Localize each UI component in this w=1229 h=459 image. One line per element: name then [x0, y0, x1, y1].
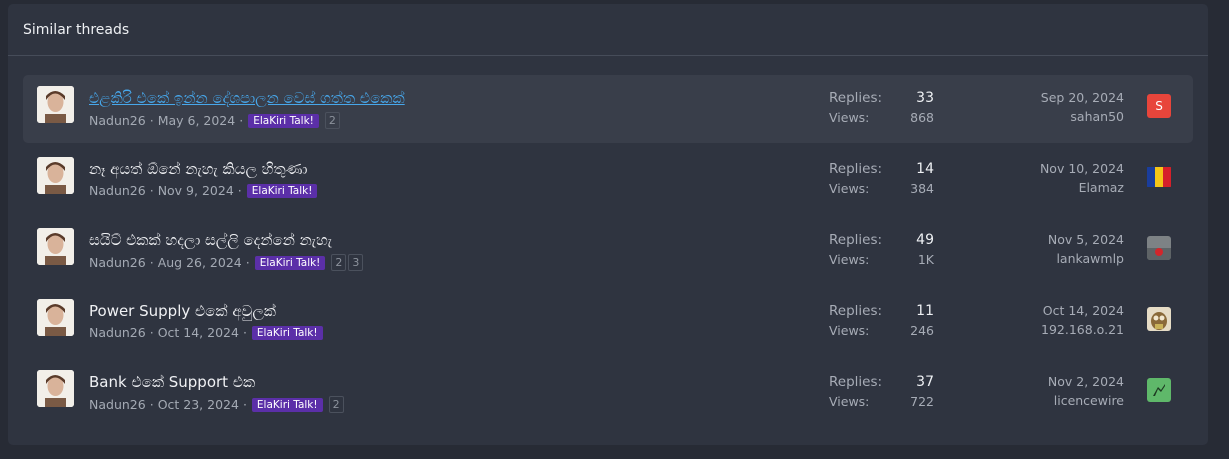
thread-title-link[interactable]: Power Supply එකේ අවුලක් [89, 302, 276, 320]
thread-title-link[interactable]: Bank එකේ Support එක [89, 373, 255, 391]
page-link[interactable]: 2 [328, 396, 344, 413]
last-poster-name[interactable]: licencewire [1054, 393, 1124, 408]
page-link[interactable]: 2 [324, 112, 340, 129]
author-link[interactable]: Nadun26 [89, 183, 146, 198]
views-count: 1K [917, 252, 934, 267]
thread-row[interactable]: එළකිරි එකේ ඉන්න දේශපාලන වෙස් ගත්ත එකෙක් … [23, 75, 1193, 143]
thread-meta: Nadun26 · Oct 14, 2024 · ElaKiri Talk! [89, 325, 323, 340]
thread-prefix-badge[interactable]: ElaKiri Talk! [251, 325, 323, 340]
thread-prefix-badge[interactable]: ElaKiri Talk! [251, 397, 323, 412]
views-count: 868 [910, 110, 934, 125]
thread-meta: Nadun26 · May 6, 2024 · ElaKiri Talk! 2 [89, 112, 340, 129]
last-poster-avatar[interactable] [1147, 165, 1171, 189]
replies-count: 14 [916, 161, 934, 177]
thread-row[interactable]: Power Supply එකේ අවුලක් Nadun26 · Oct 14… [23, 288, 1193, 356]
thread-meta: Nadun26 · Nov 9, 2024 · ElaKiri Talk! [89, 183, 318, 198]
meta-separator: · [149, 255, 154, 270]
last-poster-name[interactable]: 192.168.o.21 [1041, 322, 1124, 337]
thread-date[interactable]: Oct 14, 2024 [158, 325, 239, 340]
last-poster-avatar[interactable] [1147, 378, 1171, 402]
meta-separator: · [242, 397, 247, 412]
last-poster-avatar[interactable] [1147, 236, 1171, 260]
meta-separator: · [149, 183, 154, 198]
thread-title-link[interactable]: සයිට් එකක් හදලා සල්ලි දෙන්නේ නැහැ [89, 231, 332, 249]
thread-date[interactable]: Oct 23, 2024 [158, 397, 239, 412]
last-poster-avatar[interactable]: S [1147, 94, 1171, 118]
author-link[interactable]: Nadun26 [89, 113, 146, 128]
author-avatar[interactable] [37, 299, 74, 336]
thread-prefix-badge[interactable]: ElaKiri Talk! [248, 113, 319, 128]
views-label: Views: [829, 252, 870, 267]
meta-separator: · [149, 397, 154, 412]
thread-row[interactable]: සයිට් එකක් හදලා සල්ලි දෙන්නේ නැහැ Nadun2… [23, 217, 1193, 285]
views-label: Views: [829, 181, 870, 196]
thread-prefix-badge[interactable]: ElaKiri Talk! [246, 183, 318, 198]
thread-date[interactable]: Nov 9, 2024 [158, 183, 234, 198]
thread-row[interactable]: Bank එකේ Support එක Nadun26 · Oct 23, 20… [23, 359, 1193, 427]
thread-prefix-badge[interactable]: ElaKiri Talk! [254, 255, 326, 270]
replies-count: 11 [916, 303, 934, 319]
replies-count: 33 [916, 90, 934, 106]
meta-separator: · [242, 325, 247, 340]
views-label: Views: [829, 323, 870, 338]
last-post-date[interactable]: Nov 5, 2024 [1048, 232, 1124, 247]
views-count: 246 [910, 323, 934, 338]
author-link[interactable]: Nadun26 [89, 255, 146, 270]
views-label: Views: [829, 110, 870, 125]
meta-separator: · [149, 113, 154, 128]
views-label: Views: [829, 394, 870, 409]
meta-separator: · [239, 113, 244, 128]
author-avatar[interactable] [37, 86, 74, 123]
last-poster-name[interactable]: lankawmlp [1056, 251, 1124, 266]
meta-separator: · [149, 325, 154, 340]
thread-title-link[interactable]: නෑ අයත් ඕනේ නැහැ කියල හිතුණා [89, 160, 307, 178]
last-post-date[interactable]: Nov 10, 2024 [1040, 161, 1124, 176]
similar-threads-block: Similar threads එළකිරි එකේ ඉන්න දේශපාලන … [8, 4, 1208, 445]
page-link[interactable]: 2 [331, 254, 347, 271]
meta-separator: · [245, 255, 250, 270]
last-post-date[interactable]: Oct 14, 2024 [1043, 303, 1124, 318]
replies-count: 37 [916, 374, 934, 390]
author-link[interactable]: Nadun26 [89, 397, 146, 412]
thread-list: එළකිරි එකේ ඉන්න දේශපාලන වෙස් ගත්ත එකෙක් … [23, 75, 1193, 430]
author-link[interactable]: Nadun26 [89, 325, 146, 340]
replies-count: 49 [916, 232, 934, 248]
thread-title-link[interactable]: එළකිරි එකේ ඉන්න දේශපාලන වෙස් ගත්ත එකෙක් [89, 89, 405, 107]
page-link[interactable]: 3 [348, 254, 364, 271]
last-poster-avatar[interactable] [1147, 307, 1171, 331]
author-avatar[interactable] [37, 157, 74, 194]
last-poster-name[interactable]: sahan50 [1070, 109, 1124, 124]
last-post-date[interactable]: Nov 2, 2024 [1048, 374, 1124, 389]
views-count: 722 [910, 394, 934, 409]
meta-separator: · [237, 183, 242, 198]
author-avatar[interactable] [37, 370, 74, 407]
block-title: Similar threads [8, 4, 1208, 56]
author-avatar[interactable] [37, 228, 74, 265]
thread-date[interactable]: May 6, 2024 [158, 113, 236, 128]
views-count: 384 [910, 181, 934, 196]
thread-meta: Nadun26 · Aug 26, 2024 · ElaKiri Talk! 2… [89, 254, 364, 271]
last-poster-name[interactable]: Elamaz [1079, 180, 1124, 195]
thread-row[interactable]: නෑ අයත් ඕනේ නැහැ කියල හිතුණා Nadun26 · N… [23, 146, 1193, 214]
last-post-date[interactable]: Sep 20, 2024 [1041, 90, 1124, 105]
thread-date[interactable]: Aug 26, 2024 [158, 255, 242, 270]
thread-meta: Nadun26 · Oct 23, 2024 · ElaKiri Talk! 2 [89, 396, 344, 413]
